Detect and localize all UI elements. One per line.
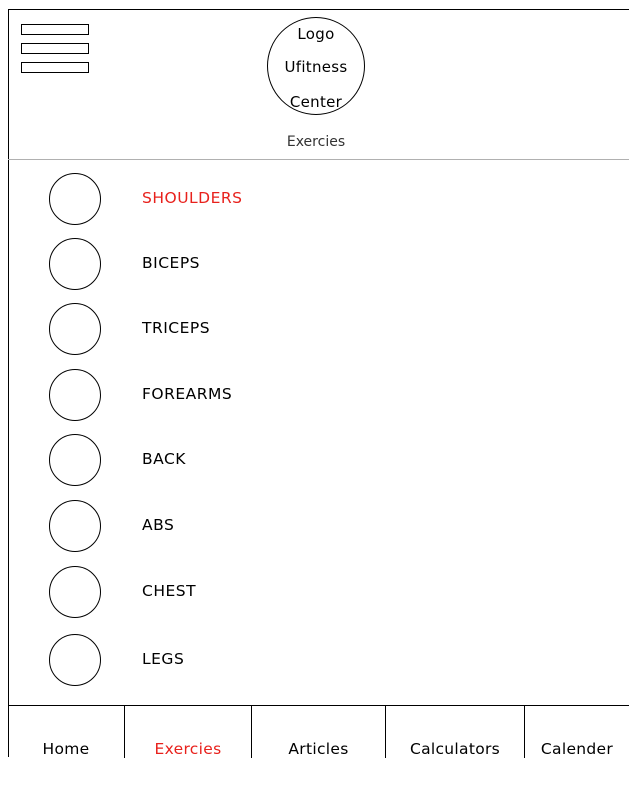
exercise-item-chest[interactable]: CHEST: [49, 566, 469, 618]
bottom-nav: Home Exercies Articles Calculators Calen…: [8, 705, 629, 758]
exercise-item-label: FOREARMS: [142, 385, 233, 403]
exercise-item-label: ABS: [142, 516, 175, 534]
hamburger-menu-icon[interactable]: [21, 22, 91, 75]
exercise-thumbnail-icon: [49, 173, 101, 225]
nav-tab-exercies[interactable]: Exercies: [124, 706, 251, 758]
nav-tab-calculators[interactable]: Calculators: [385, 706, 524, 758]
nav-tab-calender[interactable]: Calender: [524, 706, 629, 758]
exercise-thumbnail-icon: [49, 303, 101, 355]
nav-tab-articles[interactable]: Articles: [251, 706, 385, 758]
menu-bar: [21, 24, 89, 35]
menu-bar: [21, 43, 89, 54]
logo-line: Center: [289, 93, 343, 111]
exercise-item-label: BICEPS: [142, 254, 201, 272]
header-divider: [8, 159, 629, 160]
exercise-thumbnail-icon: [49, 434, 101, 486]
exercise-item-biceps[interactable]: BICEPS: [49, 238, 469, 290]
exercise-item-shoulders[interactable]: SHOULDERS: [49, 173, 469, 225]
exercise-item-abs[interactable]: ABS: [49, 500, 469, 552]
logo[interactable]: Logo Ufitness Center: [267, 17, 365, 115]
menu-bar: [21, 62, 89, 73]
exercise-item-forearms[interactable]: FOREARMS: [49, 369, 469, 421]
exercise-thumbnail-icon: [49, 238, 101, 290]
exercise-item-label: CHEST: [142, 582, 197, 600]
exercise-item-back[interactable]: BACK: [49, 434, 469, 486]
exercise-thumbnail-icon: [49, 566, 101, 618]
exercise-thumbnail-icon: [49, 634, 101, 686]
exercise-item-label: BACK: [142, 450, 186, 468]
logo-line: Ufitness: [284, 58, 348, 76]
exercise-thumbnail-icon: [49, 369, 101, 421]
exercise-item-legs[interactable]: LEGS: [49, 634, 469, 686]
exercise-thumbnail-icon: [49, 500, 101, 552]
nav-tab-home[interactable]: Home: [8, 706, 124, 758]
exercise-item-label: TRICEPS: [142, 319, 211, 337]
exercise-item-label: SHOULDERS: [142, 189, 243, 207]
exercise-item-triceps[interactable]: TRICEPS: [49, 303, 469, 355]
exercise-item-label: LEGS: [142, 650, 185, 668]
logo-line: Logo: [297, 25, 335, 43]
page-title: Exercies: [286, 134, 346, 150]
